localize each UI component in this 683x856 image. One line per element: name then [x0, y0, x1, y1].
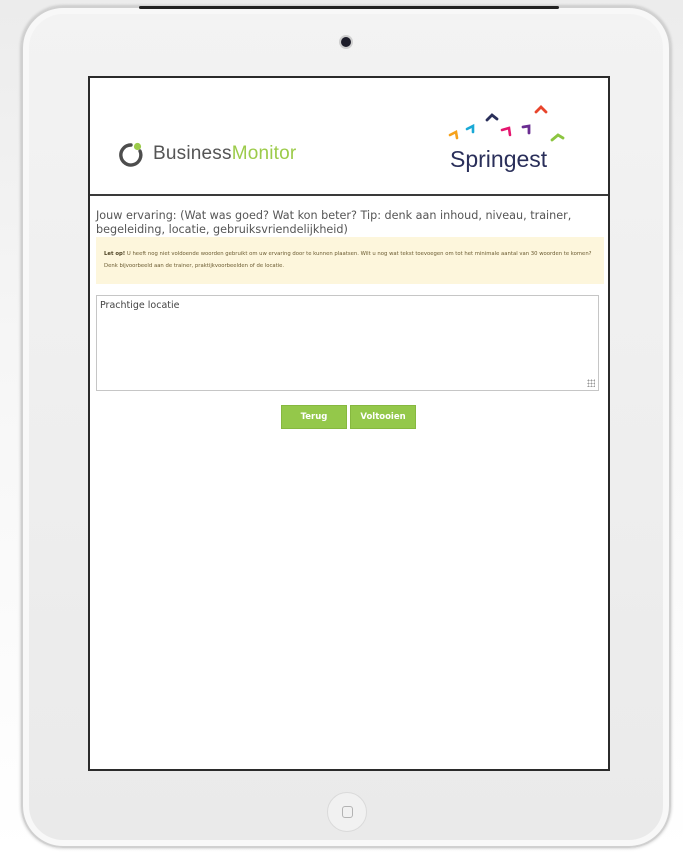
home-square-icon: [342, 806, 353, 818]
springest-wordmark: Springest: [450, 146, 548, 172]
resize-grip-icon[interactable]: [587, 379, 595, 387]
notice-label: Let op!: [104, 251, 126, 257]
home-button-icon[interactable]: [327, 792, 367, 832]
back-button[interactable]: Terug: [281, 405, 347, 429]
camera-icon: [341, 37, 351, 47]
notice-text: U heeft nog niet voldoende woorden gebru…: [104, 251, 592, 269]
word-count-notice: Let op! U heeft nog niet voldoende woord…: [96, 237, 604, 284]
finish-button[interactable]: Voltooien: [350, 405, 416, 429]
businessmonitor-wordmark: BusinessMonitor: [153, 143, 297, 164]
businessmonitor-ring-icon: [118, 141, 144, 167]
experience-question: Jouw ervaring: (Wat was goed? Wat kon be…: [96, 209, 572, 236]
experience-textarea-value: Prachtige locatie: [100, 300, 180, 311]
businessmonitor-logo: BusinessMonitor: [118, 138, 296, 170]
springest-logo: Springest: [442, 102, 582, 182]
springest-arrows-icon: [448, 105, 565, 142]
header: BusinessMonitor Springest: [90, 78, 608, 196]
experience-textarea[interactable]: Prachtige locatie: [96, 295, 599, 391]
tablet-screen: BusinessMonitor Springest Jouw ervaring:…: [88, 76, 610, 771]
tablet-top-edge: [139, 6, 559, 9]
